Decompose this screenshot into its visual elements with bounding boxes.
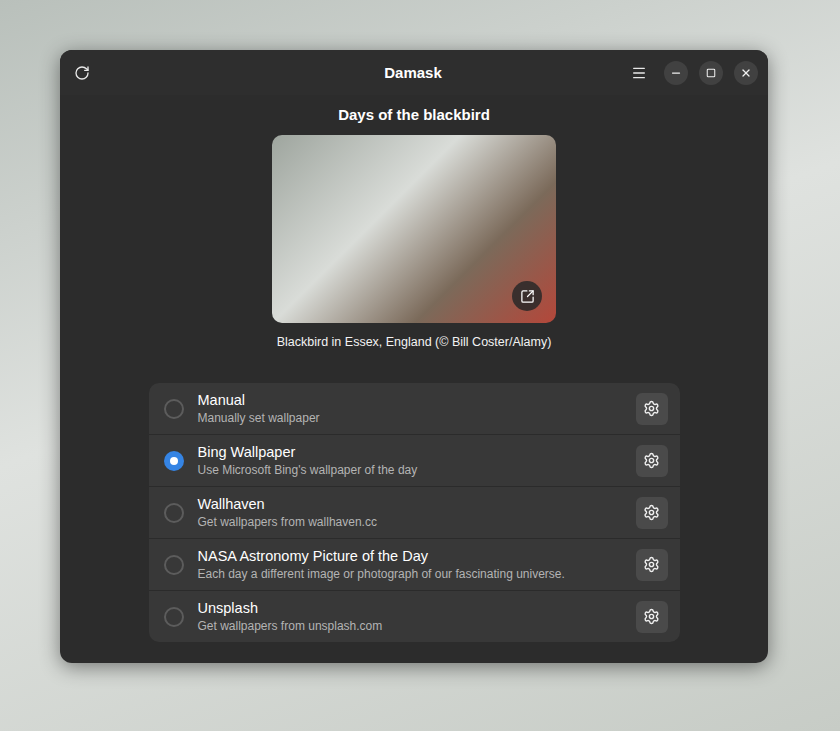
source-subtitle: Get wallpapers from wallhaven.cc [198, 515, 622, 530]
gear-icon [643, 608, 660, 625]
close-icon [740, 67, 752, 79]
source-list: Manual Manually set wallpaper Bing Wallpap… [149, 383, 680, 642]
radio-button[interactable] [164, 451, 184, 471]
desktop: Damask Days of the blackbird Blackbird in … [0, 0, 840, 731]
radio-button[interactable] [164, 607, 184, 627]
menu-icon [631, 65, 647, 81]
close-button[interactable] [734, 61, 758, 85]
refresh-icon [74, 65, 90, 81]
source-title: Manual [198, 392, 622, 409]
app-window: Damask Days of the blackbird Blackbird in … [60, 50, 768, 663]
radio-button[interactable] [164, 503, 184, 523]
source-title: Unsplash [198, 600, 622, 617]
gear-icon [643, 556, 660, 573]
source-subtitle: Use Microsoft Bing's wallpaper of the da… [198, 463, 622, 478]
settings-button[interactable] [636, 445, 668, 477]
wallpaper-title: Days of the blackbird [338, 106, 490, 124]
settings-button[interactable] [636, 497, 668, 529]
maximize-button[interactable] [699, 61, 723, 85]
source-row[interactable]: Unsplash Get wallpapers from unsplash.com [149, 590, 680, 642]
source-title: Wallhaven [198, 496, 622, 513]
radio-button[interactable] [164, 399, 184, 419]
header-bar: Damask [60, 50, 768, 95]
source-title: NASA Astronomy Picture of the Day [198, 548, 622, 565]
source-subtitle: Each day a different image or photograph… [198, 567, 622, 582]
source-row[interactable]: Manual Manually set wallpaper [149, 383, 680, 434]
open-button[interactable] [512, 281, 542, 311]
source-row[interactable]: Wallhaven Get wallpapers from wallhaven.c… [149, 486, 680, 538]
window-title: Damask [384, 64, 442, 81]
gear-icon [643, 400, 660, 417]
wallpaper-preview [272, 135, 556, 323]
radio-dot [170, 457, 178, 465]
minimize-icon [670, 67, 682, 79]
minimize-button[interactable] [664, 61, 688, 85]
wallpaper-caption: Blackbird in Essex, England (© Bill Cost… [277, 334, 552, 350]
source-title: Bing Wallpaper [198, 444, 622, 461]
maximize-icon [706, 68, 716, 78]
refresh-button[interactable] [68, 59, 96, 87]
menu-button[interactable] [625, 59, 653, 87]
settings-button[interactable] [636, 601, 668, 633]
source-subtitle: Get wallpapers from unsplash.com [198, 619, 622, 634]
radio-button[interactable] [164, 555, 184, 575]
settings-button[interactable] [636, 393, 668, 425]
source-row[interactable]: Bing Wallpaper Use Microsoft Bing's wallp… [149, 434, 680, 486]
gear-icon [643, 504, 660, 521]
gear-icon [643, 452, 660, 469]
settings-button[interactable] [636, 549, 668, 581]
source-subtitle: Manually set wallpaper [198, 411, 622, 426]
source-row[interactable]: NASA Astronomy Picture of the Day Each da… [149, 538, 680, 590]
open-external-icon [520, 289, 535, 304]
content: Days of the blackbird Blackbird in Essex,… [60, 95, 768, 642]
